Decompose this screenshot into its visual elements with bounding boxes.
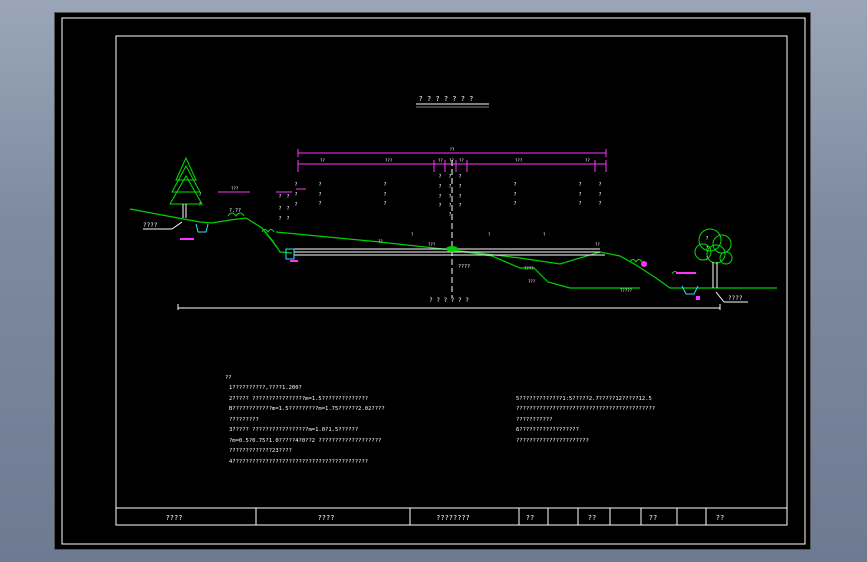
svg-text:?: ? bbox=[286, 206, 289, 212]
svg-text:?: ? bbox=[578, 201, 581, 207]
svg-text:?: ? bbox=[458, 184, 461, 190]
drainage bbox=[195, 223, 699, 295]
note-right-1: 5?????????????1:5?????2.7?????12?????12.… bbox=[516, 396, 652, 402]
profile-labels: ?? ??? ? ? ? ?? ???? ??? ????? bbox=[378, 232, 633, 293]
svg-text:?: ? bbox=[705, 236, 708, 242]
title-cell-1: ???? bbox=[166, 514, 183, 522]
svg-text:???: ??? bbox=[231, 186, 239, 191]
svg-text:?: ? bbox=[513, 201, 516, 207]
svg-text:?: ? bbox=[294, 182, 297, 188]
bottom-dimension bbox=[177, 304, 721, 310]
svg-text:??: ?? bbox=[585, 158, 590, 163]
note-left-4: ????????? bbox=[229, 417, 259, 423]
crown-point bbox=[446, 246, 458, 252]
title-cell-6: ?? bbox=[649, 514, 657, 522]
broadleaf-tree bbox=[694, 228, 733, 288]
svg-text:?: ? bbox=[294, 192, 297, 198]
svg-text:?: ? bbox=[278, 216, 281, 222]
svg-text:?: ? bbox=[458, 194, 461, 200]
svg-text:?: ? bbox=[513, 182, 516, 188]
svg-text:?: ? bbox=[458, 203, 461, 209]
dimension-values: ?? ?? ??? ?? ?? ?? ??? ?? ??? bbox=[231, 147, 590, 191]
drawing-title: ? ? ? ? ? ? ? bbox=[419, 95, 474, 103]
note-right-3: ??????????? bbox=[516, 417, 552, 423]
svg-text:?: ? bbox=[448, 194, 451, 200]
svg-text:??: ?? bbox=[595, 242, 600, 247]
svg-text:?: ? bbox=[513, 192, 516, 198]
svg-text:?: ? bbox=[598, 192, 601, 198]
svg-text:?: ? bbox=[286, 194, 289, 200]
conifer-tree bbox=[169, 156, 203, 218]
note-left-8: 4???????????????????????????????????????… bbox=[229, 459, 368, 465]
svg-text:?: ? bbox=[448, 212, 451, 218]
svg-text:?: ? bbox=[383, 192, 386, 198]
note-left-1: 1??????????,????1.200? bbox=[229, 385, 302, 391]
notes-heading: ?? bbox=[225, 375, 232, 381]
svg-text:?: ? bbox=[543, 232, 546, 237]
svg-text:????: ???? bbox=[524, 266, 534, 271]
note-right-4: 6?????????????????? bbox=[516, 427, 579, 433]
note-left-6: ?m=0.5?0.75?1.0?????4?0??2 ?????????????… bbox=[229, 438, 381, 444]
notes-block: ?? 1??????????,????1.200? 2????? ???????… bbox=[225, 375, 655, 465]
svg-text:???: ??? bbox=[515, 158, 523, 163]
svg-text:?: ? bbox=[438, 194, 441, 200]
svg-text:??: ?? bbox=[450, 147, 455, 152]
svg-text:?: ? bbox=[598, 182, 601, 188]
svg-text:?: ? bbox=[438, 174, 441, 180]
svg-text:?: ? bbox=[598, 201, 601, 207]
svg-text:???: ??? bbox=[385, 158, 393, 163]
center-mark-label: ???? bbox=[458, 264, 470, 270]
title-cell-3: ???????? bbox=[436, 514, 470, 522]
svg-text:??: ?? bbox=[320, 158, 325, 163]
title-cell-5: ?? bbox=[588, 514, 596, 522]
svg-text:?: ? bbox=[578, 182, 581, 188]
svg-text:??: ?? bbox=[438, 158, 443, 163]
svg-text:?: ? bbox=[286, 216, 289, 222]
svg-text:???: ??? bbox=[428, 242, 436, 247]
left-dim-label: ?.?? bbox=[229, 208, 241, 214]
svg-text:?????: ????? bbox=[620, 288, 633, 293]
right-label: ???? bbox=[728, 295, 743, 302]
svg-text:??: ?? bbox=[459, 158, 464, 163]
svg-text:?: ? bbox=[448, 203, 451, 209]
note-left-7: ?????????????23???? bbox=[229, 448, 292, 454]
svg-text:?: ? bbox=[438, 184, 441, 190]
svg-text:?: ? bbox=[488, 232, 491, 237]
svg-text:?: ? bbox=[198, 192, 201, 198]
title-cell-7: ?? bbox=[716, 514, 724, 522]
svg-text:?: ? bbox=[578, 192, 581, 198]
left-leader-2 bbox=[171, 221, 183, 230]
svg-text:??: ?? bbox=[378, 239, 383, 244]
bottom-dimension-label: ? ? ? ? ? ? bbox=[429, 297, 469, 304]
note-left-5: 3????? ?????????????????m=1.0?1.5?????? bbox=[229, 427, 358, 433]
svg-text:???: ??? bbox=[528, 279, 536, 284]
svg-text:?: ? bbox=[448, 184, 451, 190]
svg-text:?: ? bbox=[411, 232, 414, 237]
shrubs bbox=[227, 212, 679, 275]
left-label: ???? bbox=[143, 222, 158, 229]
svg-text:?: ? bbox=[318, 201, 321, 207]
svg-text:?: ? bbox=[448, 174, 451, 180]
svg-text:?: ? bbox=[383, 182, 386, 188]
note-right-5: ?????????????????????? bbox=[516, 438, 589, 444]
svg-text:?: ? bbox=[294, 202, 297, 208]
note-right-2: ????????????????????????????????????????… bbox=[516, 406, 655, 412]
note-left-3: B????????????m=1.5?????????m=1.75??????2… bbox=[229, 406, 385, 412]
title-block-text: ???? ???? ???????? ?? ?? ?? ?? bbox=[166, 514, 725, 522]
svg-text:?: ? bbox=[458, 174, 461, 180]
title-cell-4: ?? bbox=[526, 514, 534, 522]
title-cell-2: ???? bbox=[318, 514, 335, 522]
svg-text:?: ? bbox=[318, 182, 321, 188]
svg-text:?: ? bbox=[318, 192, 321, 198]
svg-text:?: ? bbox=[383, 201, 386, 207]
right-leader-2 bbox=[715, 291, 725, 303]
svg-text:?: ? bbox=[438, 203, 441, 209]
top-dimension-chain bbox=[218, 149, 607, 193]
svg-text:?: ? bbox=[278, 206, 281, 212]
cad-drawing: ? ? ? ? ? ? ? ?? ?? ??? ?? ?? ?? ??? ?? … bbox=[61, 17, 806, 545]
svg-text:?: ? bbox=[278, 194, 281, 200]
note-left-2: 2????? ????????????????m=1.5????????????… bbox=[229, 396, 368, 402]
